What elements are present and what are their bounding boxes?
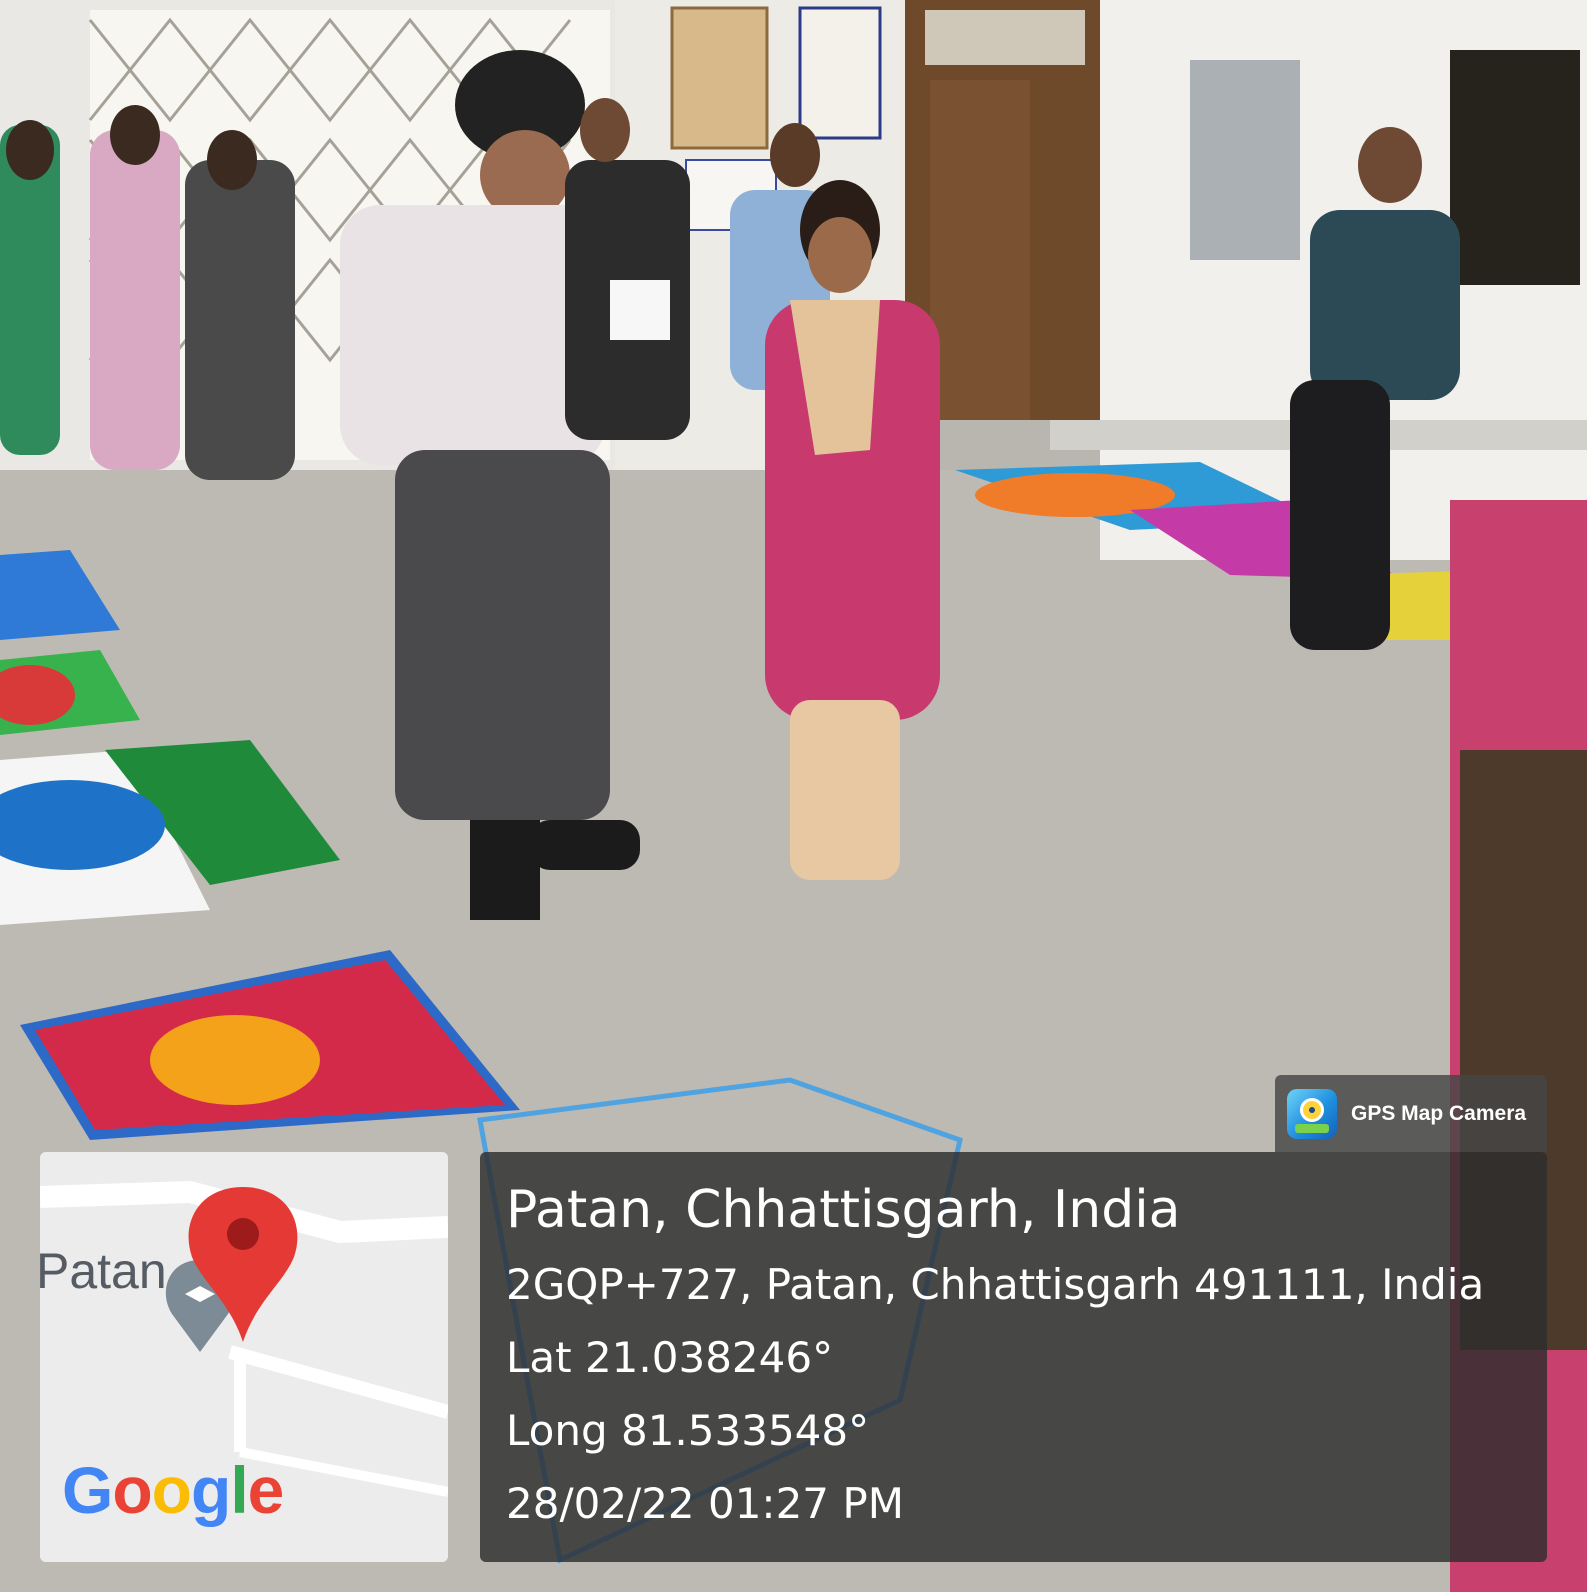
map-thumbnail: Patan Google — [40, 1152, 448, 1562]
map-place-label: Patan — [40, 1243, 167, 1299]
google-logo: Google — [62, 1453, 284, 1527]
gps-map-camera-icon — [1287, 1088, 1337, 1139]
gps-app-name: GPS Map Camera — [1351, 1101, 1527, 1125]
location-title: Patan, Chhattisgarh, India — [506, 1180, 1181, 1240]
latitude-value: Lat 21.038246° — [506, 1333, 834, 1382]
gps-map-camera-badge: GPS Map Camera — [1275, 1075, 1547, 1152]
longitude-value: Long 81.533548° — [506, 1406, 870, 1455]
capture-datetime: 28/02/22 01:27 PM — [506, 1479, 904, 1528]
location-address: 2GQP+727, Patan, Chhattisgarh 491111, In… — [506, 1260, 1485, 1309]
location-info-panel: Patan, Chhattisgarh, India 2GQP+727, Pat… — [480, 1152, 1547, 1562]
